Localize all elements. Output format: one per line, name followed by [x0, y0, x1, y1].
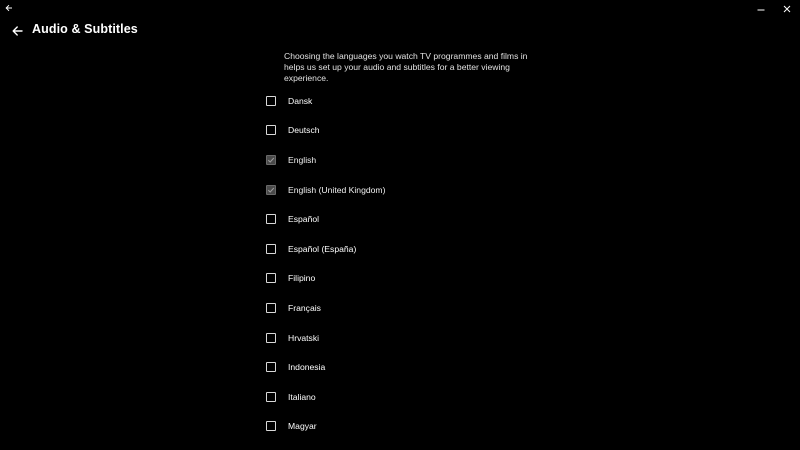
language-label: Español (España): [288, 243, 357, 254]
language-option[interactable]: Español (España): [262, 234, 385, 264]
checkbox[interactable]: [266, 243, 276, 254]
checkbox[interactable]: [266, 214, 276, 225]
page-title: Audio & Subtitles: [32, 22, 138, 36]
app-window: Audio & Subtitles Choosing the languages…: [0, 0, 800, 450]
language-label: Italiano: [288, 391, 316, 402]
arrow-left-icon: [5, 4, 12, 12]
description-text: Choosing the languages you watch TV prog…: [284, 51, 528, 84]
language-settings: Choosing the languages you watch TV prog…: [262, 51, 542, 432]
page-header: Audio & Subtitles: [0, 18, 800, 44]
language-option[interactable]: Italiano: [262, 382, 385, 412]
language-label: Filipino: [288, 273, 316, 284]
window-back-button[interactable]: [3, 2, 15, 14]
checkbox[interactable]: [266, 95, 276, 106]
language-option[interactable]: Deutsch: [262, 116, 385, 146]
arrow-left-icon: [12, 26, 23, 36]
language-label: Magyar: [288, 421, 317, 432]
checkmark-icon: [267, 187, 275, 193]
language-option[interactable]: Français: [262, 293, 385, 323]
language-label: Indonesia: [288, 362, 326, 373]
checkbox[interactable]: [266, 332, 276, 343]
window-controls: [748, 0, 800, 18]
close-button[interactable]: [774, 0, 800, 18]
close-icon: [783, 5, 791, 13]
language-option[interactable]: [262, 441, 385, 450]
checkmark-icon: [267, 157, 275, 163]
checkbox-checked[interactable]: [266, 154, 276, 165]
back-button[interactable]: [9, 23, 25, 39]
language-option[interactable]: Hrvatski: [262, 323, 385, 353]
language-option[interactable]: Dansk: [262, 86, 385, 116]
language-list: Dansk Deutsch English English (United Kingd…: [262, 86, 385, 450]
language-label: Español: [288, 214, 320, 225]
checkbox[interactable]: [266, 273, 276, 284]
minimize-icon: [757, 9, 765, 11]
language-label: Dansk: [288, 95, 313, 106]
checkbox[interactable]: [266, 302, 276, 313]
checkbox[interactable]: [266, 125, 276, 136]
language-label: Deutsch: [288, 125, 320, 136]
language-label: Français: [288, 302, 321, 313]
language-option[interactable]: Magyar: [262, 412, 385, 442]
language-label: Hrvatski: [288, 332, 320, 343]
language-option[interactable]: English: [262, 145, 385, 175]
language-label: English (United Kingdom): [288, 184, 386, 195]
language-option[interactable]: Indonesia: [262, 352, 385, 382]
language-option[interactable]: Filipino: [262, 264, 385, 294]
checkbox[interactable]: [266, 421, 276, 432]
checkbox-checked[interactable]: [266, 184, 276, 195]
language-option[interactable]: Español: [262, 204, 385, 234]
language-option[interactable]: English (United Kingdom): [262, 175, 385, 205]
checkbox[interactable]: [266, 362, 276, 373]
minimize-button[interactable]: [748, 0, 774, 18]
language-label: English: [288, 154, 317, 165]
checkbox[interactable]: [266, 391, 276, 402]
